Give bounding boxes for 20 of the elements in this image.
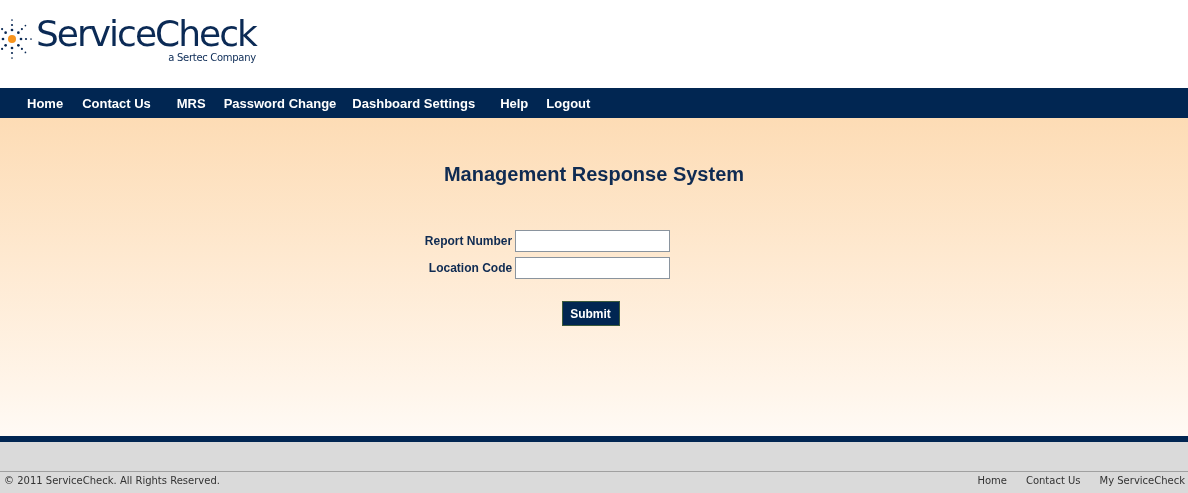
input-field[interactable] — [515, 257, 671, 279]
footer-link[interactable]: Contact Us — [1025, 475, 1081, 486]
nav-link[interactable]: Dashboard Settings — [352, 95, 476, 111]
page-title: Management Response System — [443, 163, 745, 186]
nav-link[interactable]: Home — [27, 95, 64, 111]
nav-link[interactable]: Help — [500, 95, 529, 111]
field-label: Location Code — [427, 261, 513, 275]
input-field[interactable] — [515, 230, 671, 252]
submit-button[interactable]: Submit — [561, 301, 620, 326]
nav-link[interactable]: MRS — [176, 95, 206, 111]
nav-link[interactable]: Contact Us — [82, 95, 151, 111]
nav-link[interactable]: Password Change — [223, 95, 337, 111]
nav-link[interactable]: Logout — [546, 95, 591, 111]
copyright-text: © 2011 ServiceCheck. All Rights Reserved. — [4, 475, 220, 486]
footer-link[interactable]: Home — [977, 475, 1007, 486]
field-label: Report Number — [424, 234, 513, 248]
footer-link[interactable]: My ServiceCheck — [1099, 475, 1185, 486]
logo-text: ServiceCheck — [36, 14, 256, 54]
logo-tagline: a Sertec Company — [168, 52, 256, 63]
starburst-icon — [0, 16, 34, 61]
